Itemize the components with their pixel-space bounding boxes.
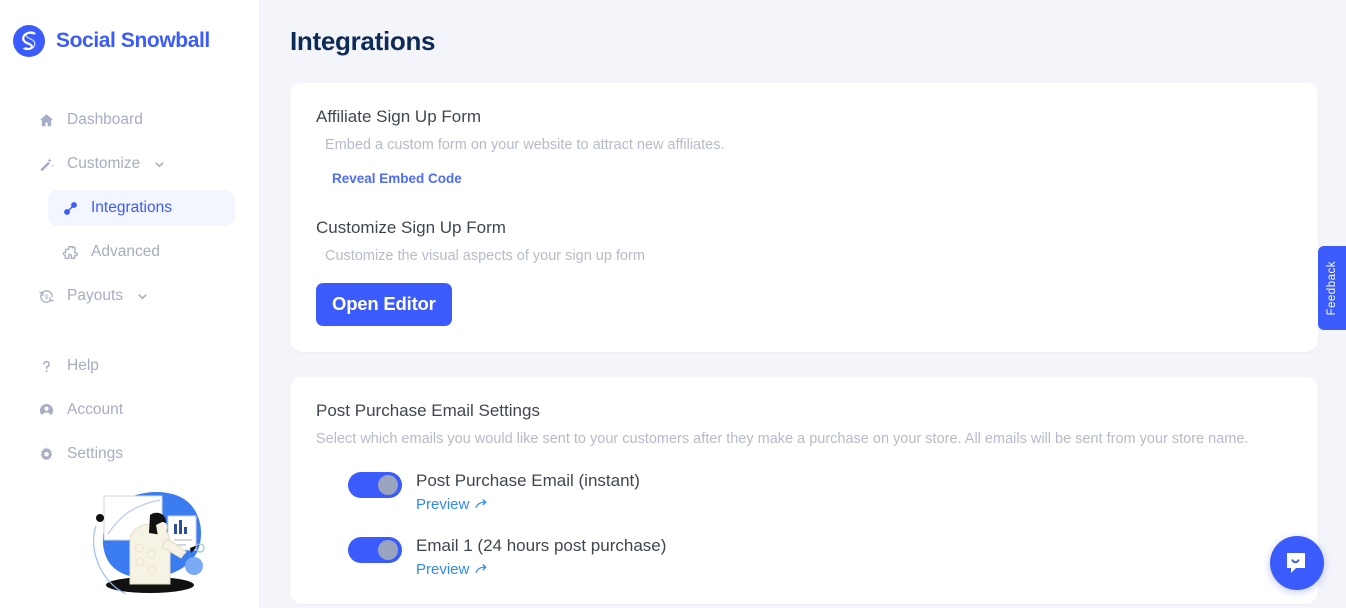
brand-logo[interactable]: Social Snowball [0, 0, 259, 58]
sidebar-item-label: Payouts [67, 287, 124, 304]
feedback-tab-label: Feedback [1326, 260, 1338, 316]
toggle-knob [378, 540, 398, 561]
sidebar-item-customize[interactable]: Customize [24, 146, 235, 182]
chat-launcher-button[interactable] [1270, 536, 1324, 590]
sidebar-item-label: Account [67, 401, 124, 418]
post-purchase-email-instant-toggle[interactable] [348, 471, 402, 498]
preview-link-instant[interactable]: Preview [416, 496, 487, 513]
open-editor-button[interactable]: Open Editor [316, 282, 452, 326]
question-mark-icon [43, 360, 50, 372]
user-circle-icon [39, 403, 54, 418]
magic-wand-icon [40, 157, 54, 171]
sidebar-item-label: Dashboard [67, 111, 143, 128]
preview-link-label: Preview [416, 561, 470, 579]
payouts-refresh-dollar-icon: $ [39, 289, 54, 303]
arrow-up-right-icon [475, 564, 487, 574]
sidebar-item-integrations[interactable]: Integrations [48, 190, 235, 226]
sidebar-item-label: Advanced [91, 243, 160, 260]
app-root: Social Snowball Dashboard Customize Inte… [0, 0, 1346, 608]
customize-signup-form-description: Customize the visual aspects of your sig… [325, 247, 645, 264]
reveal-embed-code-link[interactable]: Reveal Embed Code [332, 171, 462, 186]
home-icon [39, 113, 54, 126]
sidebar-item-advanced[interactable]: Advanced [48, 234, 235, 270]
post-purchase-email-card: Post Purchase Email Settings Select whic… [290, 376, 1318, 605]
svg-text:$: $ [45, 294, 49, 301]
affiliate-signup-form-title: Affiliate Sign Up Form [316, 107, 482, 126]
sidebar-item-label: Customize [67, 155, 141, 172]
sidebar-item-dashboard[interactable]: Dashboard [24, 102, 235, 138]
email-1-24h-toggle[interactable] [348, 537, 402, 564]
puzzle-piece-icon [62, 245, 78, 259]
sidebar-item-label: Help [67, 357, 99, 374]
page-title: Integrations [290, 26, 436, 56]
main-content: Integrations Affiliate Sign Up Form Embe… [260, 0, 1346, 608]
toggle-text-group: Post Purchase Email (instant) Preview [416, 470, 640, 513]
preview-link-label: Preview [416, 496, 470, 514]
signup-form-card: Affiliate Sign Up Form Embed a custom fo… [290, 83, 1318, 352]
toggle-row: Email 1 (24 hours post purchase) Preview [348, 535, 1292, 578]
toggle-knob [378, 474, 398, 495]
feedback-tab[interactable]: Feedback [1318, 246, 1346, 330]
sidebar-nav: Dashboard Customize Integrations Advance… [0, 102, 259, 472]
arrow-up-right-icon [475, 499, 487, 509]
intercom-chat-smile-icon [1287, 553, 1305, 573]
brand-name: Social Snowball [56, 29, 210, 52]
sidebar-item-label: Integrations [91, 199, 172, 216]
post-purchase-description: Select which emails you would like sent … [316, 430, 1249, 447]
post-purchase-toggle-list: Post Purchase Email (instant) Preview Em… [316, 470, 1292, 578]
sidebar-item-payouts[interactable]: $ Payouts [24, 278, 235, 314]
chevron-down-icon [138, 293, 147, 299]
customize-signup-form-title: Customize Sign Up Form [316, 217, 506, 237]
post-purchase-title: Post Purchase Email Settings [316, 400, 540, 420]
link-chain-icon [64, 201, 77, 215]
nav-divider-spacer [0, 322, 259, 348]
toggle-label: Post Purchase Email (instant) [416, 470, 640, 490]
toggle-row: Post Purchase Email (instant) Preview [348, 470, 1292, 513]
person-presenting-chart-illustration [92, 492, 205, 595]
toggle-text-group: Email 1 (24 hours post purchase) Preview [416, 535, 666, 578]
sidebar-item-label: Settings [67, 445, 124, 462]
gear-icon [40, 446, 53, 460]
sidebar: Social Snowball Dashboard Customize Inte… [0, 0, 260, 608]
toggle-label: Email 1 (24 hours post purchase) [416, 536, 667, 556]
sidebar-item-settings[interactable]: Settings [24, 436, 235, 472]
affiliate-signup-form-description: Embed a custom form on your website to a… [325, 137, 725, 153]
snowball-s-logo-icon [13, 25, 45, 57]
chevron-down-icon [155, 161, 164, 167]
sidebar-item-help[interactable]: Help [24, 348, 235, 384]
preview-link-email-1[interactable]: Preview [416, 561, 487, 578]
sidebar-item-account[interactable]: Account [24, 392, 235, 428]
